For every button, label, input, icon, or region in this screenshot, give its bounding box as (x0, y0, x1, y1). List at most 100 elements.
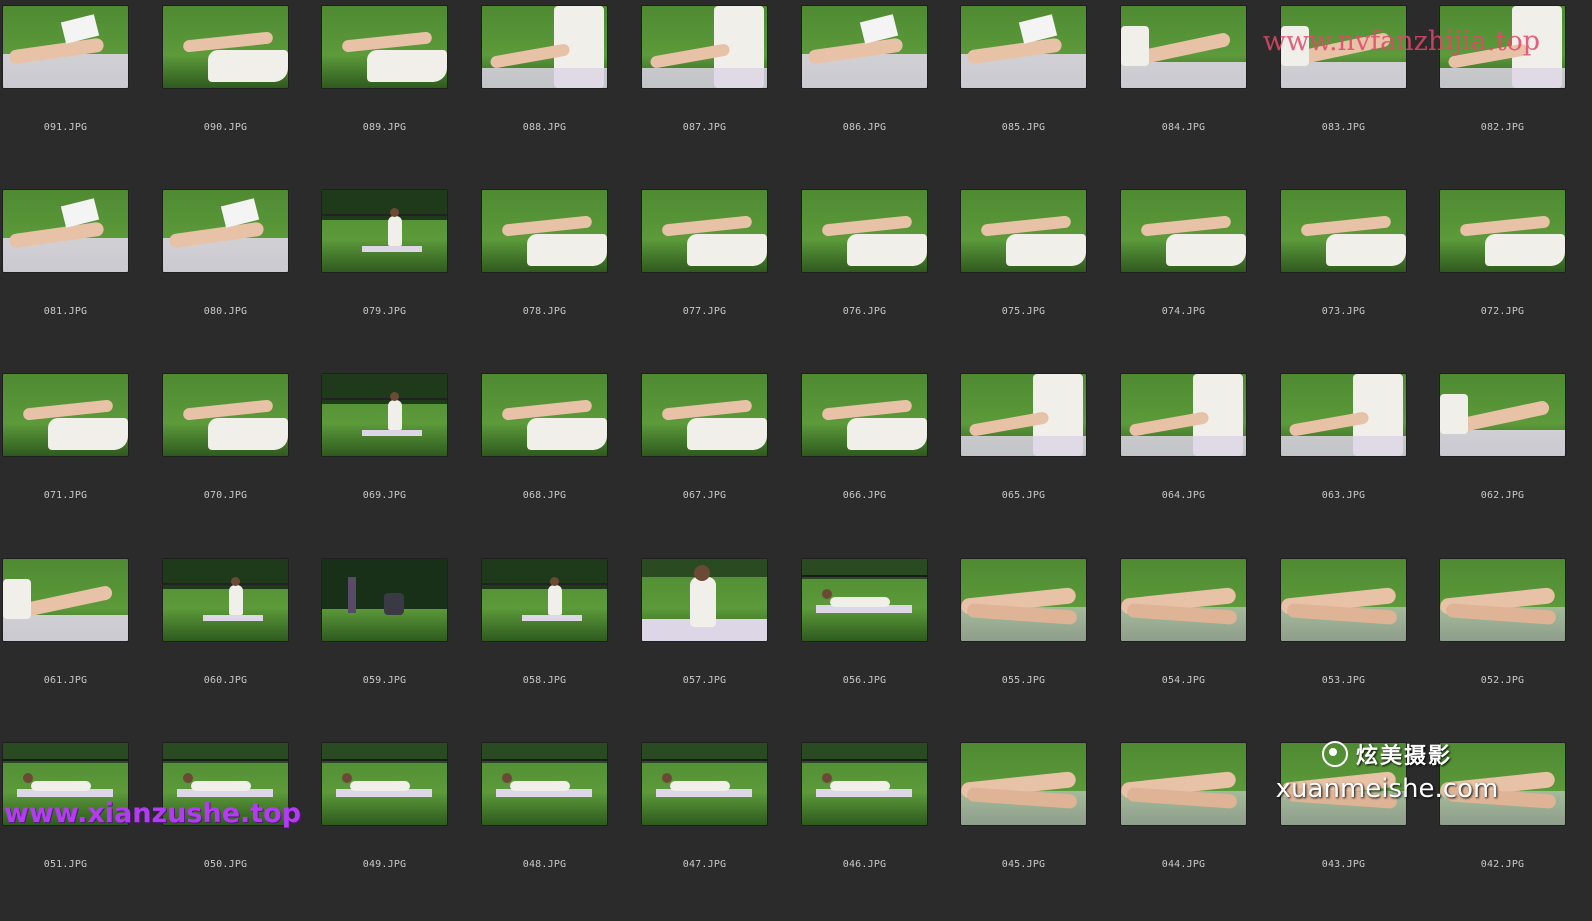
thumbnail-image[interactable] (3, 6, 128, 88)
thumbnail-image[interactable] (482, 190, 607, 272)
thumbnail-item[interactable]: 054.JPG (1118, 553, 1278, 737)
thumbnail-image[interactable] (3, 374, 128, 456)
thumbnail-item[interactable]: 065.JPG (958, 368, 1118, 552)
thumbnail-image[interactable] (1440, 743, 1565, 825)
thumbnail-image[interactable] (1440, 374, 1565, 456)
thumbnail-item[interactable]: 064.JPG (1118, 368, 1278, 552)
thumbnail-image[interactable] (961, 559, 1086, 641)
thumbnail-item[interactable]: 081.JPG (0, 184, 160, 368)
thumbnail-image[interactable] (1281, 374, 1406, 456)
thumbnail-item[interactable]: 056.JPG (799, 553, 959, 737)
thumbnail-image[interactable] (163, 6, 288, 88)
thumbnail-item[interactable]: 072.JPG (1437, 184, 1592, 368)
thumbnail-item[interactable]: 052.JPG (1437, 553, 1592, 737)
thumbnail-item[interactable]: 059.JPG (319, 553, 479, 737)
thumbnail-item[interactable]: 073.JPG (1278, 184, 1438, 368)
thumbnail-image[interactable] (1121, 374, 1246, 456)
thumbnail-image[interactable] (482, 743, 607, 825)
thumbnail-item[interactable]: 048.JPG (479, 737, 639, 921)
thumbnail-item[interactable]: 057.JPG (639, 553, 799, 737)
thumbnail-image[interactable] (1440, 6, 1565, 88)
thumbnail-item[interactable]: 083.JPG (1278, 0, 1438, 184)
thumbnail-image[interactable] (163, 190, 288, 272)
thumbnail-item[interactable]: 067.JPG (639, 368, 799, 552)
thumbnail-image[interactable] (163, 743, 288, 825)
thumbnail-image[interactable] (322, 743, 447, 825)
thumbnail-image[interactable] (1281, 743, 1406, 825)
thumbnail-image[interactable] (1281, 559, 1406, 641)
thumbnail-item[interactable]: 087.JPG (639, 0, 799, 184)
thumbnail-item[interactable]: 044.JPG (1118, 737, 1278, 921)
thumbnail-image[interactable] (802, 559, 927, 641)
thumbnail-item[interactable]: 080.JPG (160, 184, 320, 368)
thumbnail-item[interactable]: 070.JPG (160, 368, 320, 552)
thumbnail-image[interactable] (961, 190, 1086, 272)
thumbnail-item[interactable]: 043.JPG (1278, 737, 1438, 921)
thumbnail-image[interactable] (802, 374, 927, 456)
thumbnail-image[interactable] (802, 743, 927, 825)
thumbnail-item[interactable]: 062.JPG (1437, 368, 1592, 552)
thumbnail-item[interactable]: 091.JPG (0, 0, 160, 184)
thumbnail-item[interactable]: 050.JPG (160, 737, 320, 921)
thumbnail-item[interactable]: 060.JPG (160, 553, 320, 737)
thumbnail-image[interactable] (1281, 6, 1406, 88)
thumbnail-image[interactable] (3, 190, 128, 272)
thumbnail-image[interactable] (802, 190, 927, 272)
thumbnail-item[interactable]: 051.JPG (0, 737, 160, 921)
thumbnail-image[interactable] (482, 6, 607, 88)
thumbnail-item[interactable]: 089.JPG (319, 0, 479, 184)
thumbnail-item[interactable]: 075.JPG (958, 184, 1118, 368)
thumbnail-image[interactable] (961, 743, 1086, 825)
thumbnail-item[interactable]: 077.JPG (639, 184, 799, 368)
thumbnail-item[interactable]: 049.JPG (319, 737, 479, 921)
thumbnail-image[interactable] (1121, 190, 1246, 272)
thumbnail-image[interactable] (642, 6, 767, 88)
thumbnail-image[interactable] (482, 559, 607, 641)
thumbnail-item[interactable]: 076.JPG (799, 184, 959, 368)
thumbnail-item[interactable]: 045.JPG (958, 737, 1118, 921)
thumbnail-image[interactable] (163, 559, 288, 641)
thumbnail-image[interactable] (1281, 190, 1406, 272)
thumbnail-image[interactable] (642, 559, 767, 641)
thumbnail-item[interactable]: 058.JPG (479, 553, 639, 737)
thumbnail-image[interactable] (482, 374, 607, 456)
thumbnail-item[interactable]: 071.JPG (0, 368, 160, 552)
thumbnail-item[interactable]: 046.JPG (799, 737, 959, 921)
thumbnail-item[interactable]: 086.JPG (799, 0, 959, 184)
thumbnail-item[interactable]: 069.JPG (319, 368, 479, 552)
thumbnail-item[interactable]: 068.JPG (479, 368, 639, 552)
thumbnail-image[interactable] (3, 743, 128, 825)
thumbnail-image[interactable] (322, 559, 447, 641)
thumbnail-item[interactable]: 042.JPG (1437, 737, 1592, 921)
thumbnail-image[interactable] (1440, 559, 1565, 641)
thumbnail-image[interactable] (961, 6, 1086, 88)
thumbnail-image[interactable] (322, 6, 447, 88)
thumbnail-image[interactable] (322, 374, 447, 456)
thumbnail-item[interactable]: 047.JPG (639, 737, 799, 921)
thumbnail-image[interactable] (642, 190, 767, 272)
thumbnail-item[interactable]: 063.JPG (1278, 368, 1438, 552)
thumbnail-image[interactable] (1440, 190, 1565, 272)
thumbnail-item[interactable]: 078.JPG (479, 184, 639, 368)
thumbnail-item[interactable]: 082.JPG (1437, 0, 1592, 184)
thumbnail-image[interactable] (1121, 6, 1246, 88)
thumbnail-image[interactable] (322, 190, 447, 272)
thumbnail-image[interactable] (642, 743, 767, 825)
thumbnail-item[interactable]: 079.JPG (319, 184, 479, 368)
thumbnail-image[interactable] (802, 6, 927, 88)
thumbnail-image[interactable] (1121, 559, 1246, 641)
thumbnail-item[interactable]: 055.JPG (958, 553, 1118, 737)
thumbnail-image[interactable] (163, 374, 288, 456)
thumbnail-item[interactable]: 088.JPG (479, 0, 639, 184)
thumbnail-item[interactable]: 061.JPG (0, 553, 160, 737)
thumbnail-image[interactable] (961, 374, 1086, 456)
thumbnail-image[interactable] (1121, 743, 1246, 825)
thumbnail-item[interactable]: 085.JPG (958, 0, 1118, 184)
thumbnail-item[interactable]: 074.JPG (1118, 184, 1278, 368)
thumbnail-item[interactable]: 066.JPG (799, 368, 959, 552)
thumbnail-item[interactable]: 090.JPG (160, 0, 320, 184)
thumbnail-item[interactable]: 084.JPG (1118, 0, 1278, 184)
thumbnail-item[interactable]: 053.JPG (1278, 553, 1438, 737)
thumbnail-image[interactable] (3, 559, 128, 641)
thumbnail-image[interactable] (642, 374, 767, 456)
